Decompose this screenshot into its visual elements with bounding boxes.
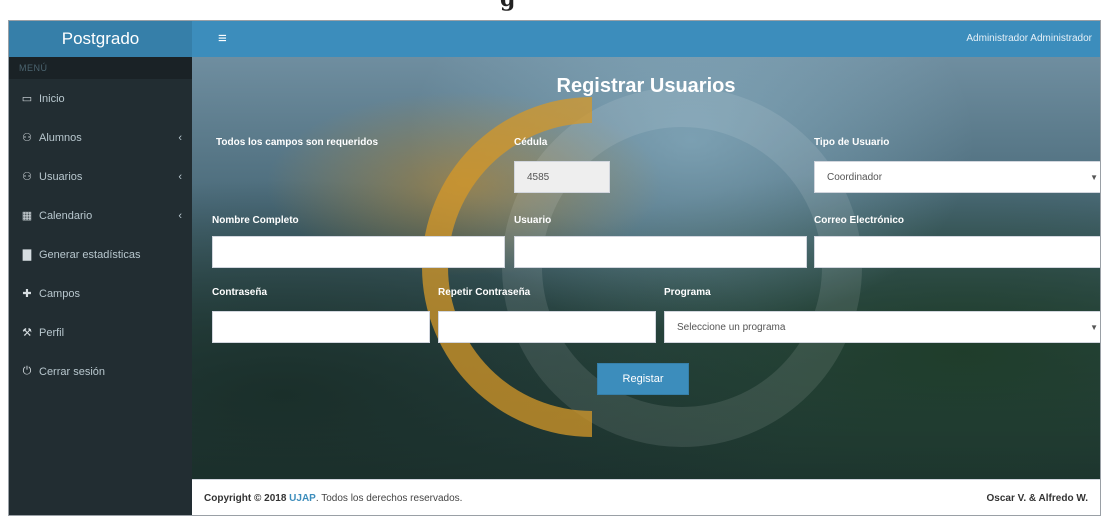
sidebar-item-2[interactable]: ⚇ Usuarios ‹ (9, 157, 192, 196)
tipo-usuario-select[interactable]: Coordinador ▼ (814, 161, 1100, 193)
bar-chart-icon: ▇ (22, 249, 32, 261)
monitor-icon: ▭ (21, 93, 33, 105)
repetir-label: Repetir Contraseña (438, 287, 531, 298)
contrasena-field[interactable] (212, 311, 430, 343)
users-icon: ⚇ (22, 171, 32, 183)
app-window: Postgrado ≡ Administrador Administrador … (8, 20, 1101, 516)
tipo-usuario-label: Tipo de Usuario (814, 137, 890, 148)
sidebar-item-6[interactable]: ⚒ Perfil (9, 313, 192, 352)
chevron-left-icon: ‹ (178, 131, 182, 144)
nombre-label: Nombre Completo (212, 215, 299, 226)
sidebar-section-label: MENÚ (9, 57, 192, 79)
nombre-field[interactable] (212, 236, 505, 268)
copyright-year: Copyright © 2018 (204, 493, 287, 504)
sidebar-item-label: Cerrar sesión (39, 365, 106, 378)
sidebar-item-label: Perfil (39, 326, 65, 339)
main-content: Registrar Usuarios Todos los campos son … (192, 57, 1100, 479)
repetir-field[interactable] (438, 311, 656, 343)
authors: Oscar V. & Alfredo W. (986, 493, 1088, 504)
rights-text: . Todos los derechos reservados. (315, 493, 463, 504)
sidebar-item-5[interactable]: ✚ Campos (9, 274, 192, 313)
sidebar-item-3[interactable]: ▦ Calendario ‹ (9, 196, 192, 235)
sidebar-item-label: Usuarios (39, 170, 83, 183)
usuario-label: Usuario (514, 215, 552, 226)
brand-logo[interactable]: Postgrado (9, 21, 192, 57)
user-menu[interactable]: Administrador Administrador (966, 33, 1092, 44)
sidebar: MENÚ ▭ Inicio ⚇ Alumnos ‹ ⚇ Usuarios ‹ ▦ Calendar… (9, 57, 192, 515)
required-note: Todos los campos son requeridos (216, 137, 379, 148)
power-icon: ⏻ (22, 365, 32, 377)
copyright: Copyright © 2018 UJAP. Todos los derecho… (204, 493, 462, 504)
register-button[interactable]: Registar (597, 363, 689, 395)
calendar-icon: ▦ (21, 210, 33, 222)
wrench-icon: ⚒ (22, 327, 32, 339)
chevron-down-icon: ▼ (1090, 323, 1098, 332)
footer: Copyright © 2018 UJAP. Todos los derecho… (192, 479, 1100, 515)
programa-select[interactable]: Seleccione un programa ▼ (664, 311, 1100, 343)
contrasena-label: Contraseña (212, 287, 268, 298)
plus-icon: ✚ (22, 288, 32, 300)
sidebar-item-0[interactable]: ▭ Inicio (9, 79, 192, 118)
programa-label: Programa (664, 287, 711, 298)
users-icon: ⚇ (22, 132, 32, 144)
sidebar-item-label: Alumnos (39, 131, 82, 144)
programa-value: Seleccione un programa (677, 321, 786, 333)
chevron-left-icon: ‹ (178, 170, 182, 183)
sidebar-item-label: Generar estadísticas (39, 248, 141, 261)
chevron-left-icon: ‹ (178, 209, 182, 222)
cedula-label: Cédula (514, 137, 548, 148)
top-navbar: ≡ Administrador Administrador (192, 21, 1100, 57)
correo-label: Correo Electrónico (814, 215, 905, 226)
chevron-down-icon: ▼ (1090, 173, 1098, 182)
sidebar-item-label: Inicio (39, 92, 65, 105)
menu-toggle-icon[interactable]: ≡ (218, 30, 227, 47)
sidebar-item-4[interactable]: ▇ Generar estadísticas (9, 235, 192, 274)
cedula-field[interactable]: 4585 (514, 161, 610, 193)
figure-caption-strip: g (0, 0, 1105, 22)
usuario-field[interactable] (514, 236, 807, 268)
sidebar-menu: ▭ Inicio ⚇ Alumnos ‹ ⚇ Usuarios ‹ ▦ Calendario ‹ ▇ G… (9, 79, 192, 391)
sidebar-item-label: Campos (39, 287, 80, 300)
tipo-usuario-value: Coordinador (827, 171, 883, 183)
page-title: Registrar Usuarios (556, 75, 736, 97)
sidebar-item-1[interactable]: ⚇ Alumnos ‹ (9, 118, 192, 157)
sidebar-item-7[interactable]: ⏻ Cerrar sesión (9, 352, 192, 391)
org-link[interactable]: UJAP (289, 493, 316, 504)
sidebar-item-label: Calendario (39, 209, 93, 222)
correo-field[interactable] (814, 236, 1100, 268)
figure-caption-fragment: g (500, 0, 515, 12)
